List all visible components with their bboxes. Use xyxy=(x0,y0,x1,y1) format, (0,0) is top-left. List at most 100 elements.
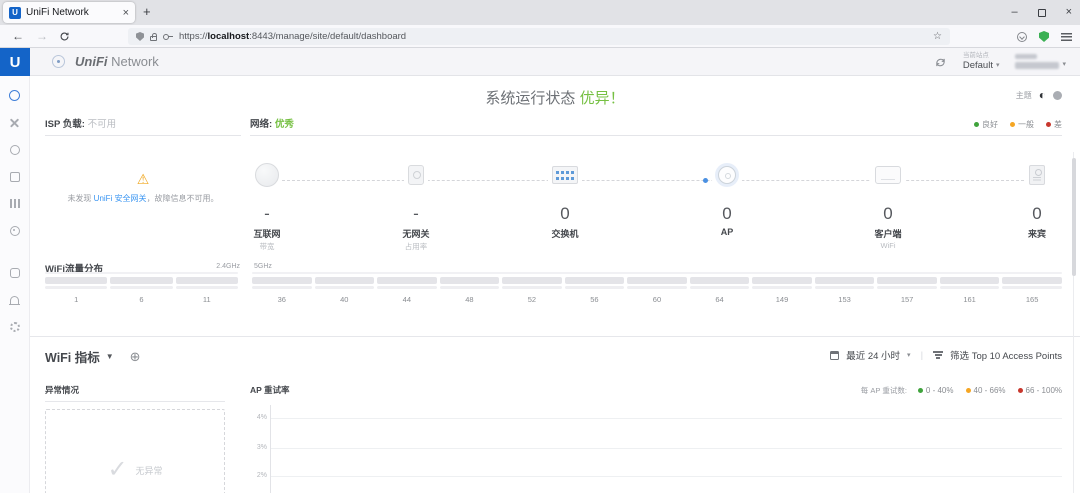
pocket-extension-icon[interactable] xyxy=(1017,31,1027,42)
channel-label: 36 xyxy=(277,295,286,304)
network-value: 优秀 xyxy=(274,119,294,130)
node-internet[interactable]: - 互联网 带宽 xyxy=(202,146,332,252)
screen: U UniFi Network × + – × ← → https://loca… xyxy=(0,0,1080,493)
chevron-down-icon[interactable]: ▾ xyxy=(907,351,911,359)
divider xyxy=(250,135,1062,136)
legend-item: 66 - 100% xyxy=(1017,386,1062,395)
node-gateway[interactable]: - 无网关 占用率 xyxy=(351,146,481,252)
node-label: 来宾 xyxy=(1027,229,1046,239)
sidebar-item-alerts[interactable] xyxy=(0,286,30,313)
back-button[interactable]: ← xyxy=(12,29,24,43)
brand-unifi: UniFi xyxy=(75,54,108,69)
channel-bar xyxy=(627,277,687,289)
legend-dot-icon xyxy=(965,388,971,393)
account-value-redacted xyxy=(1015,61,1060,69)
channel-label: 157 xyxy=(900,295,914,304)
sidebar-item-settings[interactable] xyxy=(0,313,30,340)
anomaly-empty-box: ✓ 无异常 xyxy=(45,409,225,493)
channel-label: 165 xyxy=(1025,295,1039,304)
controller-status-icon xyxy=(52,55,65,68)
node-switch[interactable]: 0 交换机 xyxy=(500,146,630,241)
tab-title: UniFi Network xyxy=(26,7,89,18)
node-guests[interactable]: 0 来宾 xyxy=(972,146,1080,241)
tracking-protection-icon[interactable] xyxy=(136,32,144,41)
channel-bar xyxy=(752,277,812,289)
refresh-sync-icon[interactable] xyxy=(934,56,947,69)
hamburger-menu-icon[interactable] xyxy=(1061,32,1072,41)
app-header: UniFi Network 当前站点 Default ▾ ▾ xyxy=(30,48,1080,76)
status-legend: 良好 一般 差 xyxy=(974,119,1062,130)
theme-dark-toggle-icon[interactable] xyxy=(1053,90,1062,100)
unifi-logo[interactable]: U xyxy=(0,48,30,76)
sidebar-item-insights[interactable] xyxy=(0,217,30,244)
site-selector[interactable]: 当前站点 Default ▾ xyxy=(963,52,1000,71)
node-ap[interactable]: 0 AP xyxy=(662,146,792,238)
bookmark-star-icon[interactable]: ☆ xyxy=(933,31,942,42)
channel-bar xyxy=(814,277,875,289)
anomaly-title: 异常情况 xyxy=(45,385,80,395)
theme-label: 主题 xyxy=(1015,90,1032,100)
forward-button[interactable]: → xyxy=(36,29,48,43)
band-strip xyxy=(45,272,238,274)
chevron-down-icon: ▾ xyxy=(1062,61,1066,69)
site-label: 当前站点 xyxy=(962,52,989,60)
time-range-dropdown[interactable]: 最近 24 小时 xyxy=(846,348,900,362)
sidebar-item-tools[interactable] xyxy=(0,109,30,136)
app-brand: UniFi Network xyxy=(75,54,159,69)
lock-icon[interactable] xyxy=(150,32,157,41)
adblock-extension-icon[interactable] xyxy=(1039,31,1049,42)
channel-bar xyxy=(45,277,108,289)
legend-dot-icon xyxy=(1046,122,1051,127)
channel-band-5ghz: 36 40 44 48 52 56 60 64 149 153 157 161 165 xyxy=(252,272,1062,304)
gateway-link[interactable]: UniFi 安全网关 xyxy=(94,194,147,203)
node-label: 无网关 xyxy=(402,229,430,239)
sidebar-item-dashboard[interactable] xyxy=(0,82,30,109)
metrics-dropdown-caret-icon[interactable]: ▼ xyxy=(106,352,114,361)
node-value: - xyxy=(264,204,270,223)
isp-load-label: ISP 负载: 不可用 xyxy=(45,119,117,130)
window-maximize-button[interactable] xyxy=(1037,8,1046,17)
calendar-icon xyxy=(830,350,840,360)
new-tab-button[interactable]: + xyxy=(143,4,151,19)
reload-icon xyxy=(60,31,69,40)
gridline xyxy=(271,476,1062,477)
channel-label: 153 xyxy=(838,295,851,304)
sidebar-item-devices[interactable] xyxy=(0,163,30,190)
channel-label: 52 xyxy=(527,295,537,304)
node-value: 0 xyxy=(883,204,893,223)
channel-bar xyxy=(377,277,437,289)
topology-row: - 互联网 带宽 - 无网关 占用率 0 交换机 0 AP 0 客户端 WiFi… xyxy=(250,146,1062,256)
legend-label: 一般 xyxy=(1018,120,1034,129)
filter-button[interactable]: 筛选 Top 10 Access Points xyxy=(950,348,1062,362)
legend-dot-icon xyxy=(1010,122,1015,127)
statistics-icon xyxy=(9,199,20,208)
account-selector[interactable]: ▾ xyxy=(1015,54,1066,69)
tab-close-icon[interactable]: × xyxy=(123,7,129,19)
node-label: 交换机 xyxy=(551,229,579,239)
key-icon[interactable] xyxy=(163,34,173,40)
devices-icon xyxy=(9,171,20,182)
isp-load-value: 不可用 xyxy=(87,119,117,130)
legend-item: 40 - 66% xyxy=(965,386,1006,395)
sidebar-item-statistics[interactable] xyxy=(0,190,30,217)
channel-label: 149 xyxy=(775,295,789,304)
node-clients[interactable]: 0 客户端 WiFi xyxy=(823,146,953,250)
y-axis-tick: 4% xyxy=(256,414,267,421)
url-bar[interactable]: https://localhost:8443/manage/site/defau… xyxy=(128,28,950,45)
wifi-metrics-title: WiFi 指标 xyxy=(45,351,100,365)
scrollbar-thumb[interactable] xyxy=(1072,158,1076,276)
window-close-button[interactable]: × xyxy=(1066,7,1072,18)
theme-light-toggle-icon[interactable]: ◐ xyxy=(1039,89,1046,101)
reload-button[interactable] xyxy=(59,31,70,42)
client-icon xyxy=(875,166,901,184)
account-label-redacted xyxy=(1015,54,1038,60)
browser-tab[interactable]: U UniFi Network × xyxy=(3,2,135,23)
sidebar xyxy=(0,76,30,493)
sidebar-item-apps[interactable] xyxy=(0,259,30,286)
add-widget-icon[interactable]: ⊕ xyxy=(130,350,141,363)
unifi-favicon-icon: U xyxy=(9,6,21,19)
legend-label: 66 - 100% xyxy=(1025,386,1062,395)
window-minimize-button[interactable]: – xyxy=(1011,7,1017,18)
sidebar-item-clients[interactable] xyxy=(0,136,30,163)
gridline xyxy=(271,418,1062,419)
